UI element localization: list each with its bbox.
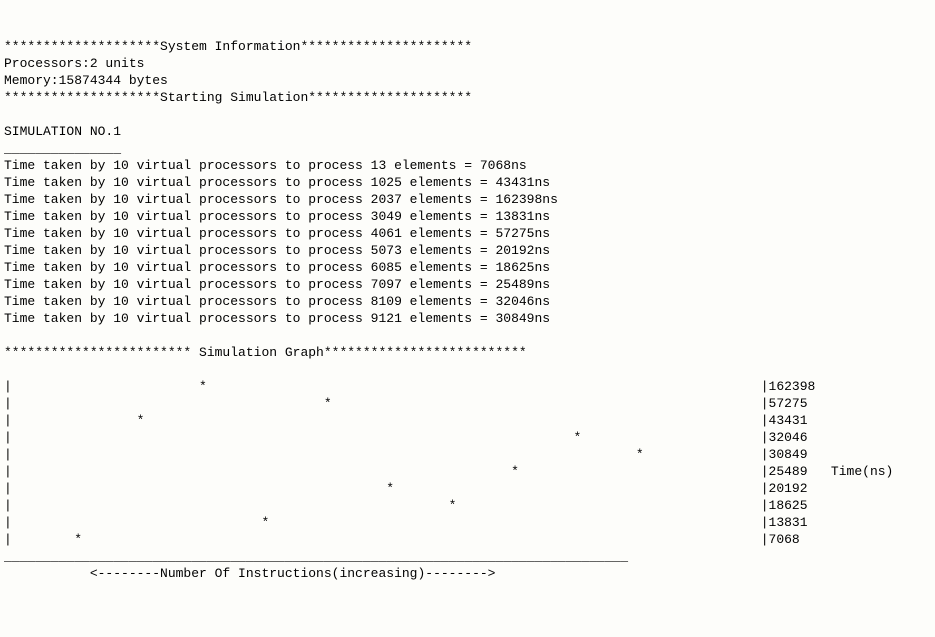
- graph-row: | * |18625: [4, 498, 808, 513]
- timing-line: Time taken by 10 virtual processors to p…: [4, 311, 550, 326]
- processors-line: Processors:2 units: [4, 56, 144, 71]
- graph-row: | * |30849: [4, 447, 808, 462]
- timing-line: Time taken by 10 virtual processors to p…: [4, 294, 550, 309]
- sysinfo-header: ********************System Information**…: [4, 39, 472, 54]
- timing-line: Time taken by 10 virtual processors to p…: [4, 175, 550, 190]
- timing-line: Time taken by 10 virtual processors to p…: [4, 226, 550, 241]
- graph-axis-label: <--------Number Of Instructions(increasi…: [4, 566, 495, 581]
- memory-line: Memory:15874344 bytes: [4, 73, 168, 88]
- starting-header: ********************Starting Simulation*…: [4, 90, 472, 105]
- graph-row: | * |20192: [4, 481, 808, 496]
- simulation-title: SIMULATION NO.1: [4, 124, 121, 139]
- graph-title: ************************ Simulation Grap…: [4, 345, 527, 360]
- graph-row: | * |162398: [4, 379, 815, 394]
- terminal-output: ********************System Information**…: [4, 38, 934, 582]
- graph-row: | * |32046: [4, 430, 808, 445]
- simulation-underline: _______________: [4, 141, 121, 156]
- timing-line: Time taken by 10 virtual processors to p…: [4, 277, 550, 292]
- graph-row: | * |25489 Time(ns): [4, 464, 893, 479]
- graph-row: | * |43431: [4, 413, 808, 428]
- timing-line: Time taken by 10 virtual processors to p…: [4, 209, 550, 224]
- graph-row: | * |7068: [4, 532, 800, 547]
- timing-line: Time taken by 10 virtual processors to p…: [4, 243, 550, 258]
- graph-row: | * |13831: [4, 515, 808, 530]
- timing-line: Time taken by 10 virtual processors to p…: [4, 260, 550, 275]
- graph-row: | * |57275: [4, 396, 808, 411]
- timing-line: Time taken by 10 virtual processors to p…: [4, 192, 558, 207]
- timing-line: Time taken by 10 virtual processors to p…: [4, 158, 527, 173]
